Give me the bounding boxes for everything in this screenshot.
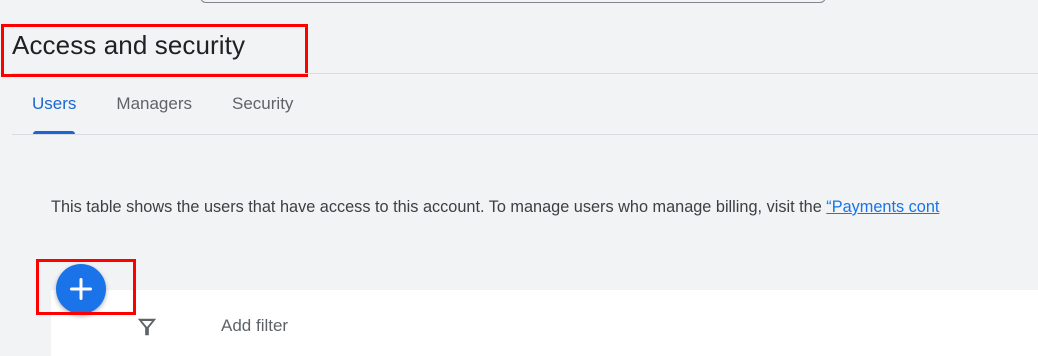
info-text-body: This table shows the users that have acc… xyxy=(51,198,827,216)
tabs-divider xyxy=(12,134,1038,135)
add-user-button[interactable] xyxy=(56,264,106,314)
info-text: This table shows the users that have acc… xyxy=(51,198,939,217)
payments-center-link[interactable]: “Payments cont xyxy=(826,198,939,216)
tab-users[interactable]: Users xyxy=(12,74,96,134)
page-title: Access and security xyxy=(12,30,246,60)
users-table-card xyxy=(51,290,1038,356)
tab-bar: Users Managers Security xyxy=(12,74,313,134)
search-bar[interactable] xyxy=(200,0,826,3)
filter-icon[interactable] xyxy=(136,316,158,338)
tab-security[interactable]: Security xyxy=(212,74,313,134)
tab-managers[interactable]: Managers xyxy=(96,74,212,134)
plus-icon xyxy=(70,278,92,300)
add-filter-button[interactable]: Add filter xyxy=(221,316,288,336)
